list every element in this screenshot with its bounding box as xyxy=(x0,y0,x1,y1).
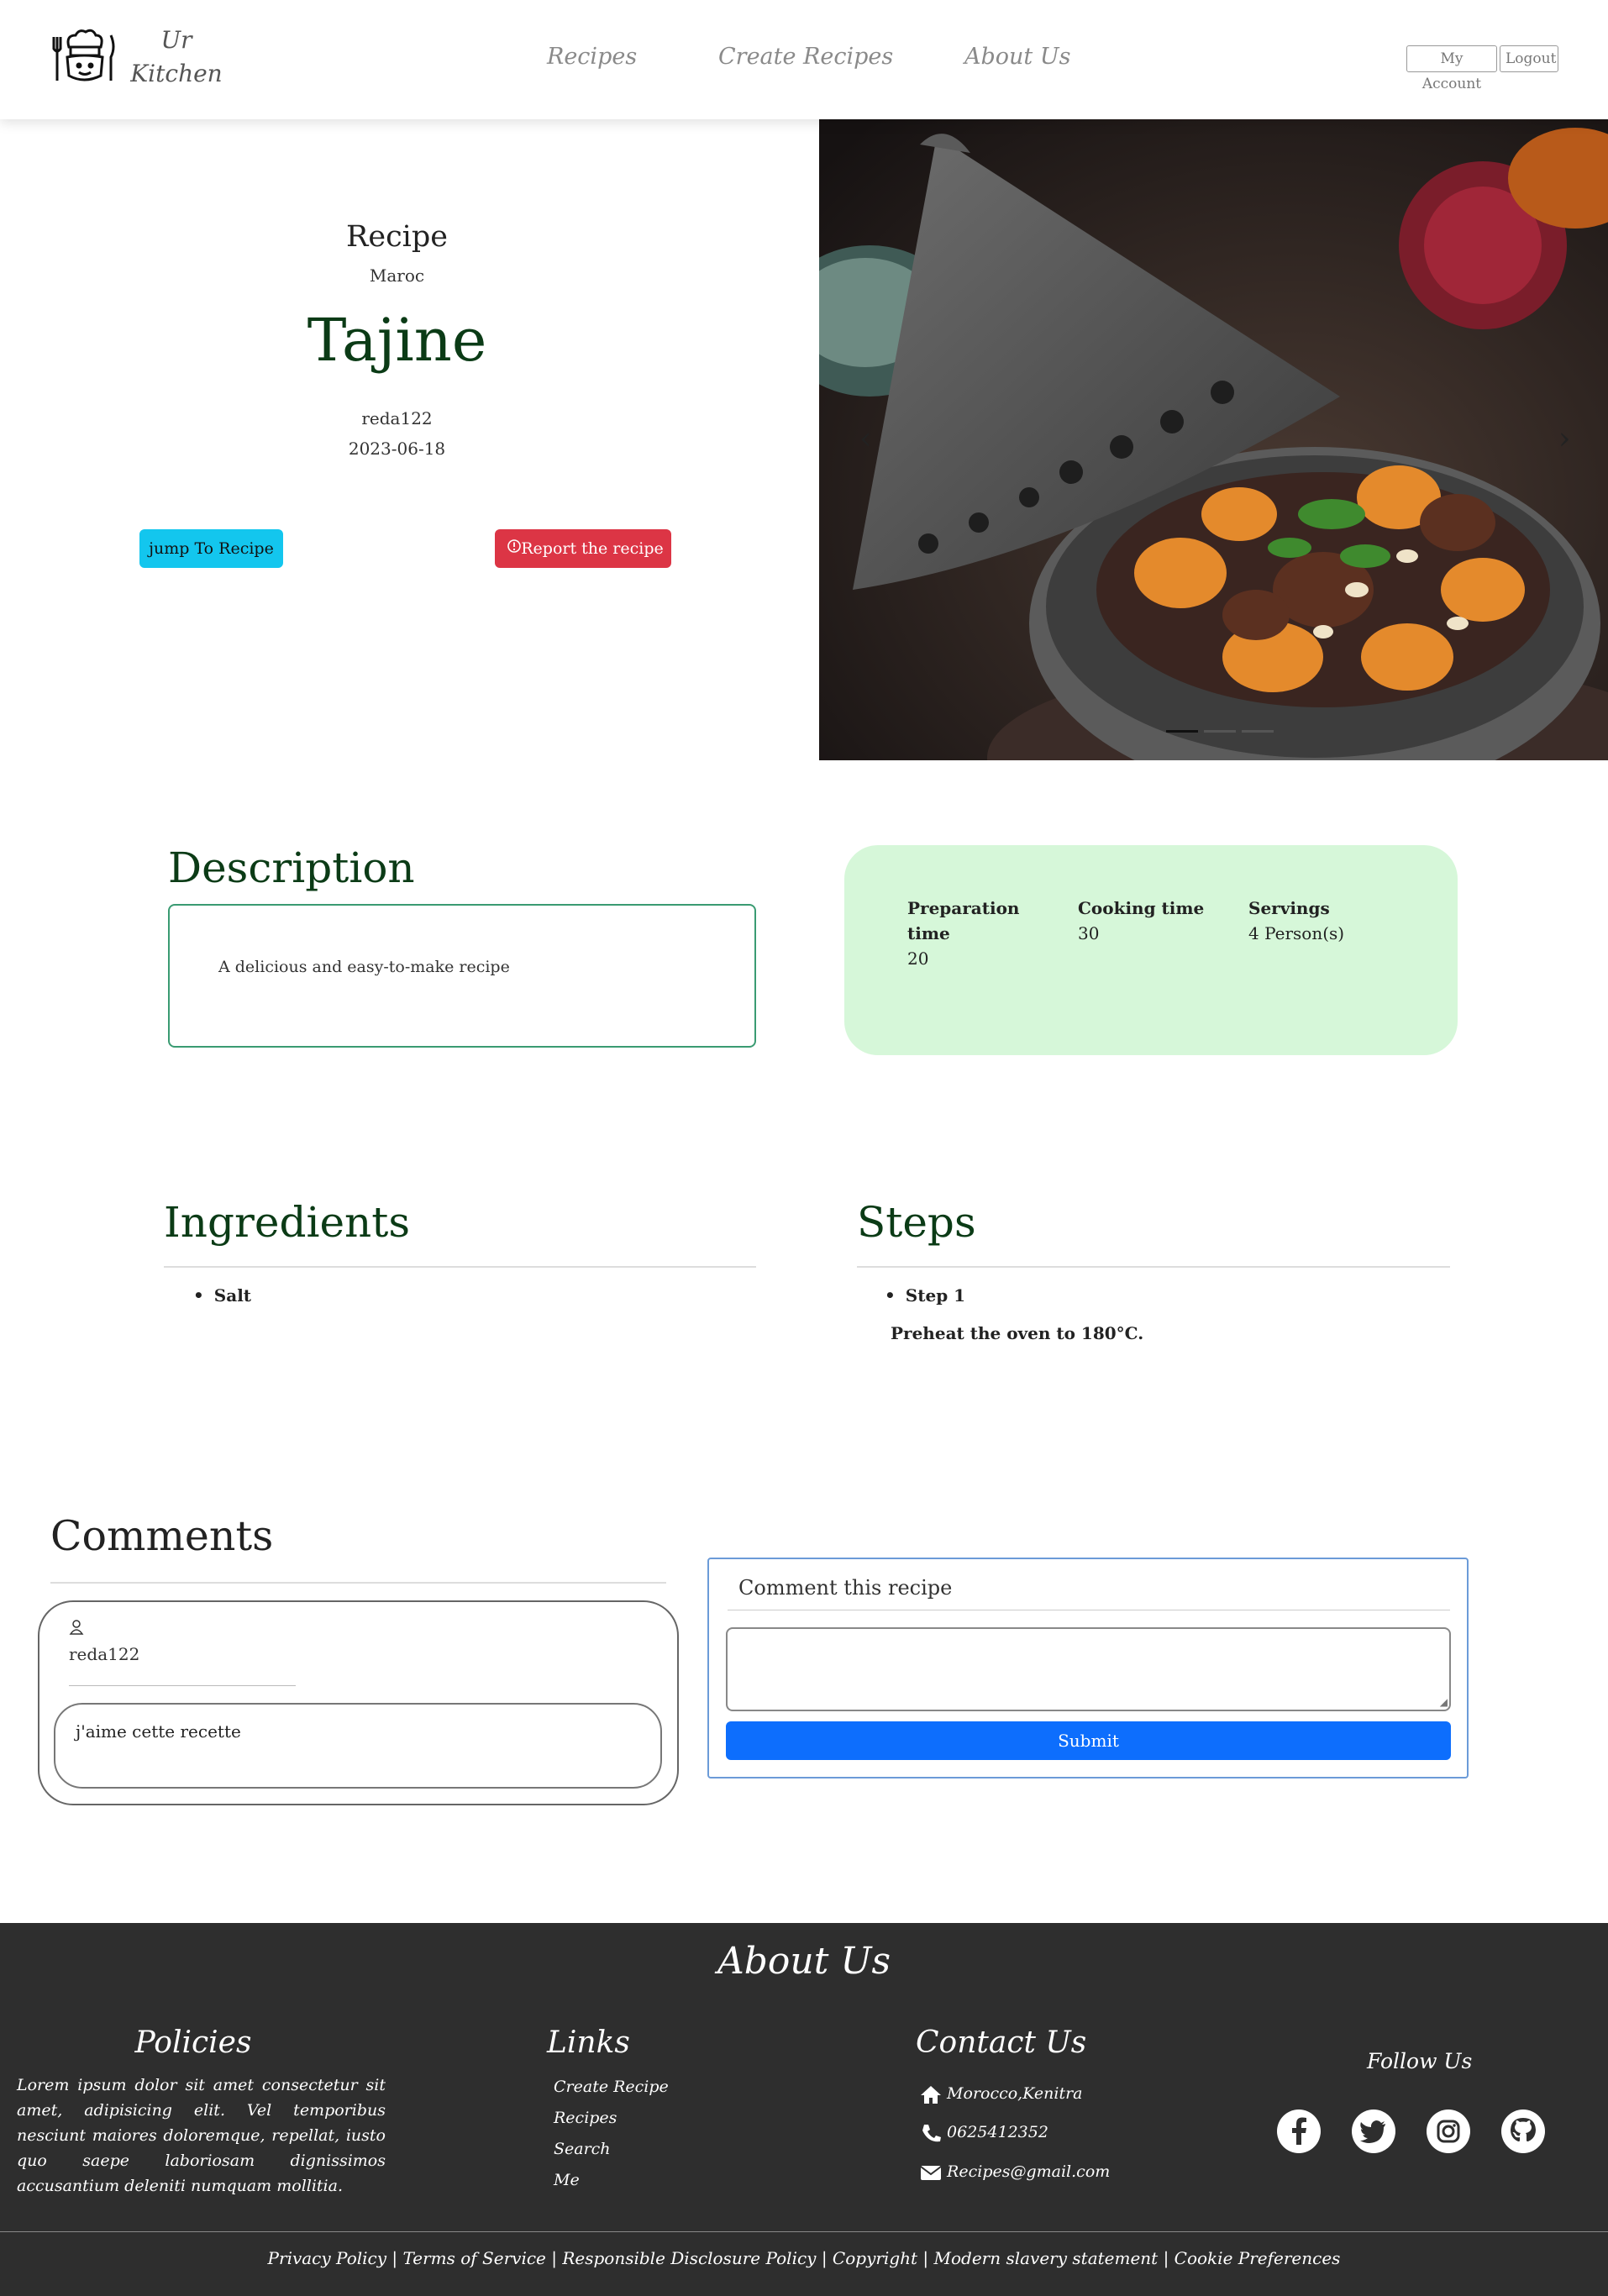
site-footer: About Us Policies Lorem ipsum dolor sit … xyxy=(0,1923,1608,2296)
contact-email: Recipes@gmail.com xyxy=(920,2162,1110,2183)
description-text: A delicious and easy-to-make recipe xyxy=(218,958,510,976)
comment-text-box: j'aime cette recette xyxy=(54,1703,662,1789)
links-heading: Links xyxy=(547,2025,630,2060)
follow-us-heading: Follow Us xyxy=(1367,2049,1473,2073)
jump-to-recipe-button[interactable]: jump To Recipe xyxy=(139,529,283,568)
brand-name[interactable]: Ur Kitchen xyxy=(126,24,227,91)
logout-button[interactable]: Logout xyxy=(1500,45,1558,72)
description-box: A delicious and easy-to-make recipe xyxy=(168,904,756,1048)
prep-time-label: Preparation xyxy=(907,898,1020,918)
footer-divider xyxy=(0,2231,1608,2232)
nav-recipes[interactable]: Recipes xyxy=(547,44,637,70)
nav-about-us[interactable]: About Us xyxy=(964,44,1070,70)
step-item: • Step 1 xyxy=(885,1285,966,1306)
cooking-time-value: 30 xyxy=(1078,923,1100,943)
contact-phone-text: 0625412352 xyxy=(947,2123,1048,2141)
my-account-button[interactable]: My Account xyxy=(1406,45,1497,92)
contact-address: Morocco,Kenitra xyxy=(920,2084,1083,2104)
recipe-kicker: Recipe xyxy=(346,220,448,254)
carousel-prev-icon[interactable]: ‹ xyxy=(859,422,871,456)
report-recipe-label: Report the recipe xyxy=(521,539,664,558)
brand-line-2: Kitchen xyxy=(130,60,223,87)
footer-title: About Us xyxy=(717,1940,891,1983)
recipe-header: Recipe Maroc Tajine reda122 2023-06-18 j… xyxy=(0,119,819,760)
github-icon[interactable] xyxy=(1501,2109,1545,2153)
steps-divider xyxy=(857,1266,1450,1268)
phone-icon xyxy=(922,2125,941,2142)
cooking-time-label: Cooking time xyxy=(1078,898,1205,918)
resize-handle-icon[interactable]: ◢ xyxy=(1440,1696,1448,1708)
policies-text: Lorem ipsum dolor sit amet consectetur s… xyxy=(17,2076,386,2195)
facebook-icon[interactable] xyxy=(1277,2109,1321,2153)
comment-form-title: Comment this recipe xyxy=(738,1576,953,1600)
comment-text: j'aime cette recette xyxy=(76,1721,241,1742)
prep-time-value: 20 xyxy=(907,948,929,969)
contact-heading: Contact Us xyxy=(916,2025,1087,2060)
description-heading: Description xyxy=(168,843,415,892)
contact-phone: 0625412352 xyxy=(920,2123,1048,2143)
instagram-icon[interactable] xyxy=(1427,2109,1470,2153)
carousel-next-icon[interactable]: › xyxy=(1558,422,1570,456)
ingredient-name: Salt xyxy=(213,1285,252,1306)
recipe-image-carousel[interactable]: ‹ › xyxy=(819,119,1608,760)
servings-label: Servings xyxy=(1248,898,1330,918)
prep-time: Preparation time 20 xyxy=(907,896,1019,971)
policies-heading: Policies xyxy=(134,2025,252,2060)
ingredient-item: • Salt xyxy=(193,1285,252,1306)
footer-links: Create Recipe Recipes Search Me xyxy=(554,2072,669,2196)
alert-circle-icon xyxy=(507,529,522,582)
report-recipe-button[interactable]: Report the recipe xyxy=(495,529,671,568)
comments-heading: Comments xyxy=(50,1512,274,1560)
recipe-origin: Maroc xyxy=(369,265,425,286)
comment-author: reda122 xyxy=(69,1644,140,1664)
submit-comment-button[interactable]: Submit xyxy=(726,1721,1451,1760)
step-title: Step 1 xyxy=(905,1285,966,1306)
footer-link-create-recipe[interactable]: Create Recipe xyxy=(554,2072,669,2103)
site-header: Ur Kitchen Recipes Create Recipes About … xyxy=(0,0,1608,119)
footer-link-me[interactable]: Me xyxy=(554,2165,669,2196)
footer-link-search[interactable]: Search xyxy=(554,2134,669,2165)
twitter-icon[interactable] xyxy=(1352,2109,1395,2153)
ingredients-heading: Ingredients xyxy=(164,1198,410,1247)
envelope-icon xyxy=(920,2166,942,2180)
recipe-date: 2023-06-18 xyxy=(348,439,446,459)
contact-address-text: Morocco,Kenitra xyxy=(947,2084,1083,2103)
recipe-info-panel: Preparation time 20 Cooking time 30 Serv… xyxy=(844,845,1458,1055)
contact-email-text: Recipes@gmail.com xyxy=(947,2162,1111,2181)
footer-link-recipes[interactable]: Recipes xyxy=(554,2103,669,2134)
cooking-time: Cooking time 30 xyxy=(1078,896,1204,946)
servings: Servings 4 Person(s) xyxy=(1248,896,1344,946)
recipe-title: Tajine xyxy=(307,306,487,375)
step-text: Preheat the oven to 180°C. xyxy=(891,1323,1144,1343)
brand-line-1: Ur xyxy=(160,26,192,54)
tajine-photo xyxy=(819,119,1608,760)
servings-value: 4 Person(s) xyxy=(1248,923,1345,943)
carousel-indicators[interactable] xyxy=(1166,730,1274,733)
chef-logo-icon[interactable] xyxy=(50,29,118,87)
nav-create-recipes[interactable]: Create Recipes xyxy=(718,44,893,70)
comment-textarea[interactable]: ◢ xyxy=(726,1627,1451,1711)
prep-time-label-2: time xyxy=(907,923,950,943)
ingredients-divider xyxy=(164,1266,756,1268)
steps-heading: Steps xyxy=(857,1198,976,1247)
user-icon xyxy=(69,1619,84,1639)
recipe-author[interactable]: reda122 xyxy=(0,408,794,428)
comment-author-divider xyxy=(69,1685,296,1686)
comments-divider xyxy=(50,1582,666,1584)
legal-links[interactable]: Privacy Policy | Terms of Service | Resp… xyxy=(0,2248,1608,2268)
home-icon xyxy=(921,2086,941,2104)
